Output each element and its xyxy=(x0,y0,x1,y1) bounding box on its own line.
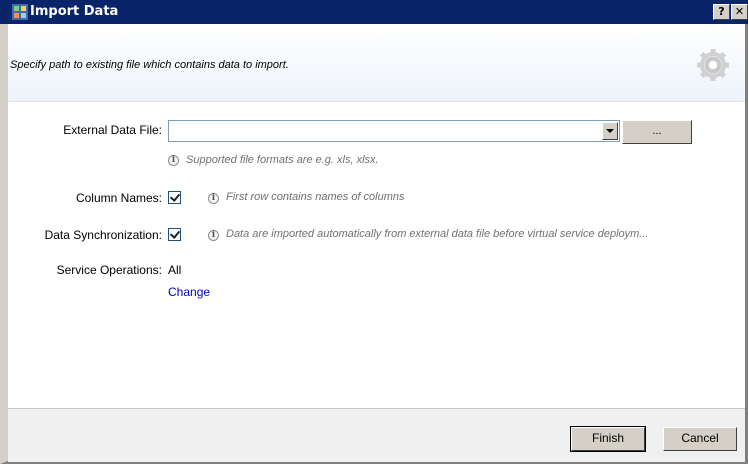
data-sync-checkbox[interactable] xyxy=(168,228,181,241)
service-operations-value: All xyxy=(168,263,182,277)
column-names-checkbox[interactable] xyxy=(168,191,181,204)
window-title: Import Data xyxy=(30,4,119,19)
dialog-footer: Finish Cancel xyxy=(8,408,745,462)
data-sync-hint: Data are imported automatically from ext… xyxy=(226,228,649,240)
finish-button[interactable]: Finish xyxy=(570,426,646,452)
title-bar[interactable]: Import Data ? ✕ xyxy=(0,0,748,24)
gear-icon xyxy=(697,49,729,81)
dialog-header: Specify path to existing file which cont… xyxy=(8,24,745,102)
app-icon xyxy=(12,4,28,20)
data-sync-label: Data Synchronization: xyxy=(44,228,162,242)
import-data-dialog: Import Data ? ✕ Specify path to existing… xyxy=(0,0,748,464)
chevron-down-icon[interactable] xyxy=(602,122,618,140)
info-icon: i xyxy=(168,155,179,166)
service-operations-label: Service Operations: xyxy=(56,263,162,277)
external-data-file-label: External Data File: xyxy=(63,123,162,137)
help-button[interactable]: ? xyxy=(713,4,730,20)
file-formats-hint: Supported file formats are e.g. xls, xls… xyxy=(186,154,379,166)
close-button[interactable]: ✕ xyxy=(731,4,748,20)
external-data-file-combo[interactable] xyxy=(168,120,620,142)
cancel-button[interactable]: Cancel xyxy=(663,427,737,451)
info-icon: i xyxy=(208,230,219,241)
change-link[interactable]: Change xyxy=(168,285,210,299)
info-icon: i xyxy=(208,193,219,204)
column-names-hint: First row contains names of columns xyxy=(226,191,405,203)
browse-button[interactable]: ... xyxy=(622,120,692,144)
column-names-label: Column Names: xyxy=(75,191,162,205)
header-description: Specify path to existing file which cont… xyxy=(10,59,289,71)
